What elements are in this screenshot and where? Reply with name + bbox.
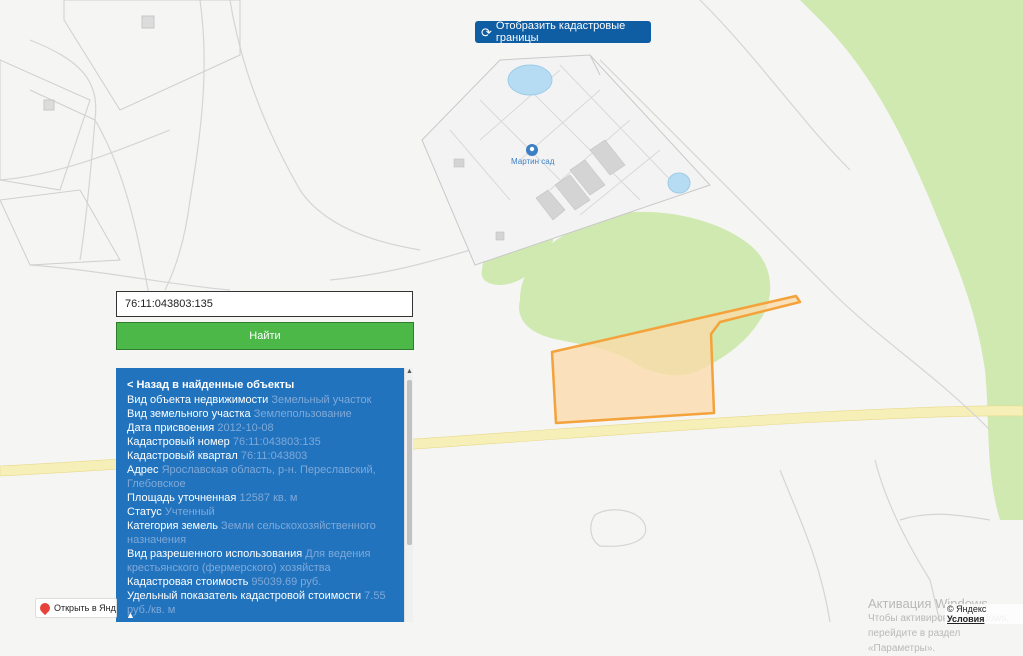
info-row-value: Земельный участок (271, 394, 372, 406)
info-row: Кадастровый квартал 76:11:043803 (127, 449, 396, 463)
terms-link[interactable]: Условия (947, 614, 984, 624)
info-row-label: Адрес (127, 464, 159, 476)
scroll-up-icon[interactable]: ▲ (406, 368, 413, 375)
poi-label: Мартин сад (511, 157, 555, 166)
poi-marker[interactable] (526, 144, 538, 156)
info-row: Кадастровая стоимость 95039.69 руб. (127, 575, 396, 589)
refresh-icon: ⟳ (481, 24, 492, 40)
building (141, 15, 155, 29)
open-label: Открыть в Яндекс.Картах (54, 603, 116, 613)
info-row: Вид разрешенного использования Для веден… (127, 547, 396, 575)
info-row-label: Кадастровая стоимость (127, 576, 249, 588)
info-row-label: Вид земельного участка (127, 408, 251, 420)
info-row-label: Вид разрешенного использования (127, 548, 303, 560)
result-panel: < Назад в найденные объекты Вид объекта … (116, 368, 404, 622)
show-cadastral-borders-button[interactable]: ⟳ Отобразить кадастровые границы (475, 20, 651, 44)
info-row-label: Кадастровый квартал (127, 450, 238, 462)
info-row-label: Дата присвоения (127, 422, 215, 434)
map-copyright: © Яндекс Условия (945, 604, 1023, 624)
info-row: Статус Учтенный (127, 505, 396, 519)
info-row: Вид земельного участка Землепользование (127, 407, 396, 421)
panel-scroll-down-icon[interactable]: ▲ (126, 610, 135, 620)
info-row: Кадастровый номер 76:11:043803:135 (127, 435, 396, 449)
find-button[interactable]: Найти (116, 322, 414, 350)
building (43, 99, 55, 111)
pond (507, 64, 553, 96)
info-row: Удельный показатель кадастровой стоимост… (127, 589, 396, 617)
info-row: Адрес Ярославская область, р-н. Переслав… (127, 463, 396, 491)
toggle-label: Отобразить кадастровые границы (495, 20, 626, 44)
info-row-label: Площадь уточненная (127, 492, 237, 504)
info-row-label: Статус (127, 506, 162, 518)
scrollbar-thumb[interactable] (407, 380, 412, 545)
info-row: Площадь уточненная 12587 кв. м (127, 491, 396, 505)
info-row-value: 12587 кв. м (239, 492, 298, 504)
map-pin-icon (37, 600, 53, 616)
info-row-value: 2012-10-08 (217, 422, 274, 434)
info-row-label: Категория земель (127, 520, 218, 532)
info-row: Категория земель Земли сельскохозяйствен… (127, 519, 396, 547)
back-to-results-link[interactable]: < Назад в найденные объекты (127, 379, 396, 391)
info-row-value: Учтенный (164, 506, 215, 518)
forest-area-right (800, 0, 1023, 520)
info-row-label: Удельный показатель кадастровой стоимост… (127, 590, 362, 602)
cadastral-number-input[interactable] (116, 291, 413, 317)
info-row-value: 76:11:043803:135 (232, 436, 321, 448)
pond (667, 172, 691, 194)
info-row: Вид объекта недвижимости Земельный участ… (127, 393, 396, 407)
info-row-value: 76:11:043803 (240, 450, 308, 462)
info-row-label: Вид объекта недвижимости (127, 394, 269, 406)
info-row: Дата присвоения 2012-10-08 (127, 421, 396, 435)
info-row-value: 95039.69 руб. (251, 576, 322, 588)
info-row-label: Кадастровый номер (127, 436, 230, 448)
open-in-yandex-maps-button[interactable]: Открыть в Яндекс.Картах (35, 598, 117, 618)
panel-scrollbar[interactable]: ▲ (404, 368, 413, 622)
info-row-value: Землепользование (253, 408, 352, 420)
info-row-value: Ярославская область, р-н. Переславский, … (127, 464, 376, 490)
copyright-text: © Яндекс (947, 604, 987, 614)
